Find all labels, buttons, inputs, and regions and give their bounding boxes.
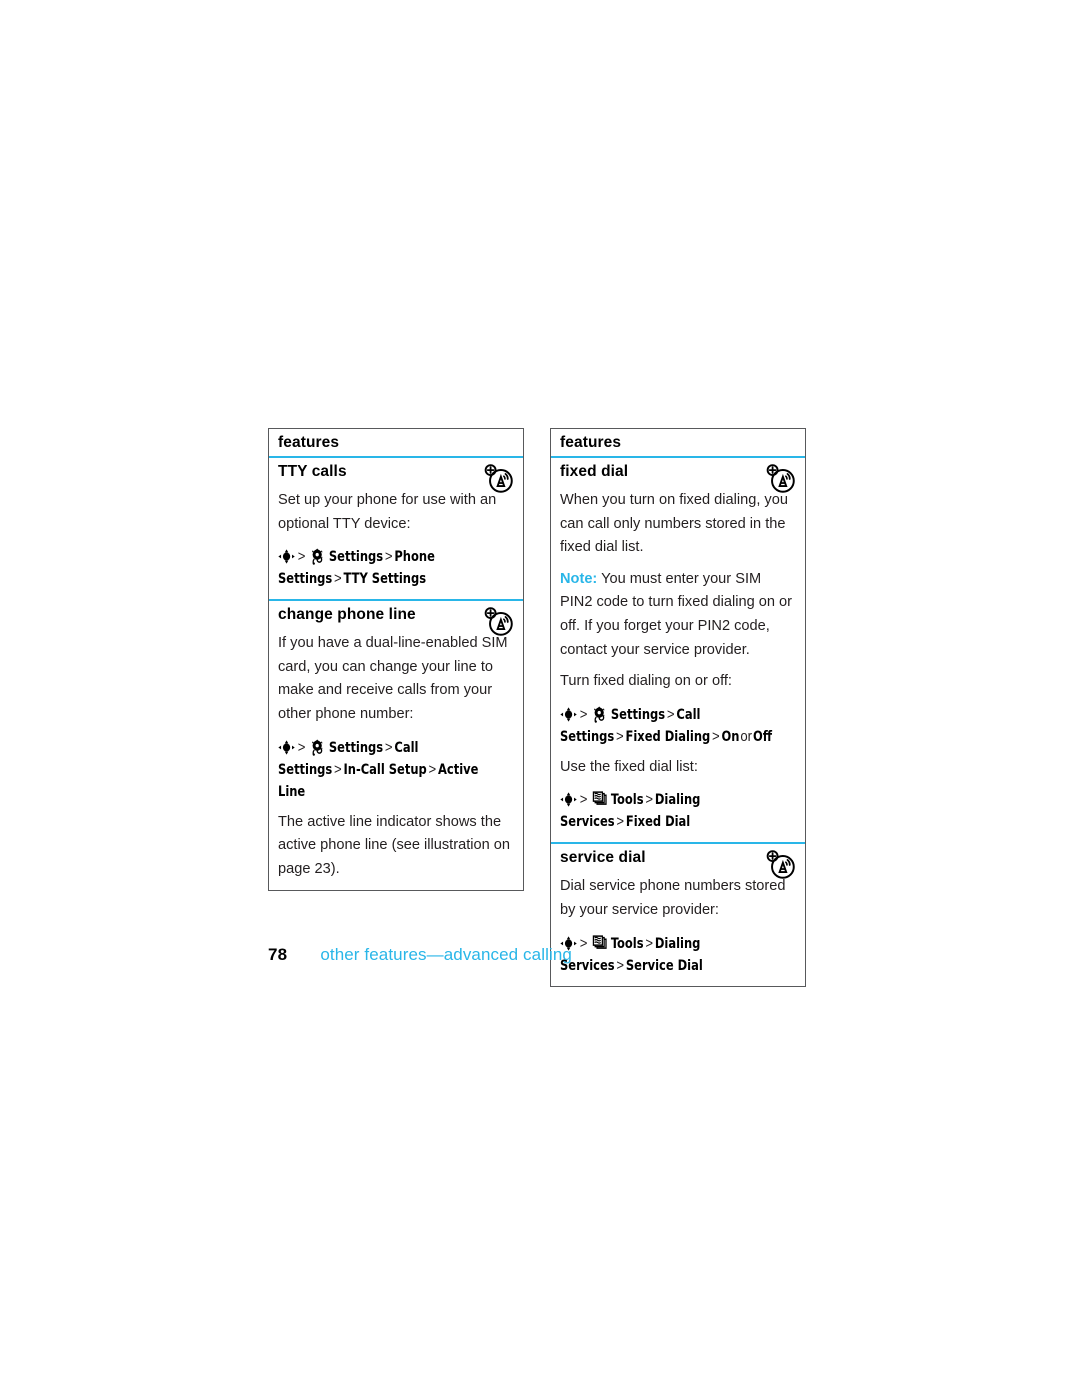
tty-accessibility-icon <box>766 850 797 880</box>
path-item-off: Off <box>752 728 773 745</box>
path-item: In-Call Setup <box>343 761 427 778</box>
feature-paragraph: When you turn on fixed dialing, you can … <box>560 492 788 556</box>
path-separator: > <box>579 792 588 809</box>
navigation-key-icon <box>560 707 577 722</box>
path-separator: > <box>712 728 720 745</box>
settings-gear-icon <box>309 739 326 756</box>
feature-row-change-phone-line: change phone line If you have a dual-lin… <box>269 599 523 890</box>
tools-icon <box>591 791 608 808</box>
path-separator: > <box>616 814 625 831</box>
feature-title: TTY calls <box>278 463 347 480</box>
page-footer: 78 other features—advanced calling <box>268 945 828 965</box>
feature-title: service dial <box>560 849 646 867</box>
path-item-on: On <box>721 728 740 745</box>
feature-row-tty-calls: TTY calls Set up your phone for use with… <box>269 458 523 599</box>
path-item: TTY Settings <box>343 571 427 588</box>
path-separator: > <box>334 571 342 588</box>
path-separator: > <box>297 739 306 756</box>
path-item: Settings <box>328 549 384 566</box>
feature-paragraph: Use the fixed dial list: <box>560 758 698 775</box>
feature-row-fixed-dial: fixed dial When you turn on fixed dialin… <box>551 458 805 842</box>
path-item: Fixed Dialing <box>625 728 711 745</box>
path-item: Tools <box>610 792 644 809</box>
path-item: Settings <box>610 706 666 723</box>
path-separator: > <box>334 761 342 778</box>
navigation-key-icon <box>560 792 577 807</box>
feature-paragraph: Dial service phone numbers stored by you… <box>560 878 786 918</box>
path-separator: > <box>579 706 588 723</box>
tty-accessibility-icon <box>484 607 515 637</box>
navigation-path: > Tools > Dialing Services > Fixed Dial <box>560 789 772 833</box>
path-separator: > <box>297 549 306 566</box>
features-table-right: features fixed dial When you turn on fix… <box>550 428 806 987</box>
feature-paragraph: If you have a dual-line-enabled SIM card… <box>278 635 508 722</box>
tty-accessibility-icon <box>484 464 515 494</box>
path-separator: > <box>645 792 654 809</box>
navigation-path: > Settings > Call Settings > In-Call Setup > A… <box>278 737 490 803</box>
settings-gear-icon <box>591 706 608 723</box>
page-number: 78 <box>268 945 288 964</box>
feature-paragraph: Turn fixed dialing on or off: <box>560 673 732 690</box>
navigation-key-icon <box>278 739 295 755</box>
features-table-left: features TTY calls Set up your phone for… <box>268 428 524 892</box>
navigation-path: > Settings > Phone Settings > TTY Settings <box>278 546 490 590</box>
document-page: features TTY calls Set up your phone for… <box>0 0 1080 1397</box>
breadcrumb: other features—advanced calling <box>320 945 572 964</box>
feature-title: change phone line <box>278 606 416 624</box>
path-item: Fixed Dial <box>625 814 691 831</box>
feature-note: Note: You must enter your SIM PIN2 code … <box>560 568 796 662</box>
navigation-path: > Settings > Call Settings > Fixed Dialing > O… <box>560 704 772 748</box>
tty-accessibility-icon <box>766 464 797 494</box>
path-separator: > <box>616 728 624 745</box>
path-item: Settings <box>328 739 384 756</box>
features-table-header: features <box>269 429 523 458</box>
path-conjunction: or <box>740 728 753 745</box>
feature-paragraph: The active line indicator shows the acti… <box>278 813 511 877</box>
path-separator: > <box>666 706 675 723</box>
note-label: Note: <box>560 570 598 587</box>
navigation-key-icon <box>278 549 295 564</box>
feature-title: fixed dial <box>560 463 629 480</box>
settings-gear-icon <box>309 548 326 565</box>
feature-paragraph: Set up your phone for use with an option… <box>278 492 497 532</box>
path-separator: > <box>428 761 437 778</box>
path-separator: > <box>384 739 393 756</box>
path-separator: > <box>384 549 393 566</box>
features-table-header: features <box>551 429 805 458</box>
